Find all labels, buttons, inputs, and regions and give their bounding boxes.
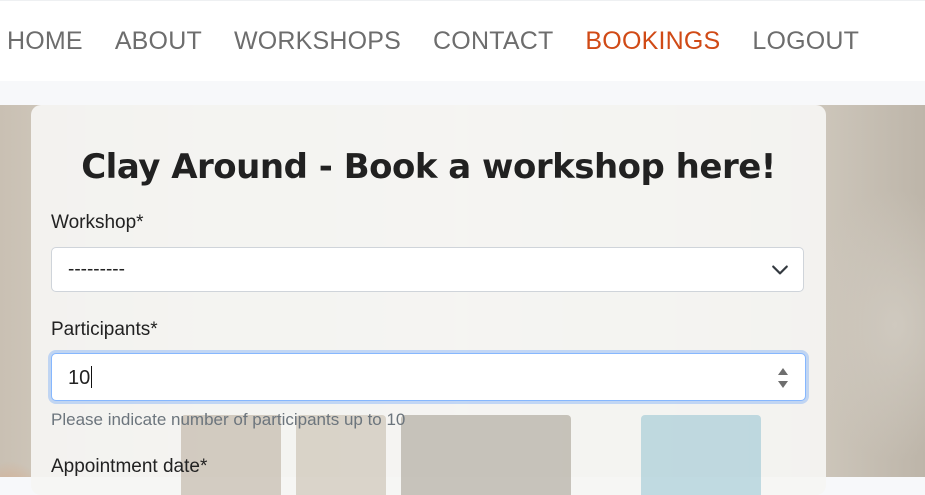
number-spinner[interactable] [777, 364, 789, 392]
nav-bookings-link[interactable]: BOOKINGS [585, 27, 720, 56]
spin-up-icon [778, 368, 788, 375]
nav-home-link[interactable]: HOME [7, 27, 83, 56]
appointment-date-label: Appointment date* [51, 456, 208, 477]
pottery-decoration [641, 415, 761, 495]
participants-label: Participants* [51, 319, 158, 340]
workshop-select[interactable]: --------- [51, 247, 804, 292]
participants-value: 10 [68, 367, 91, 389]
spin-down-icon [778, 381, 788, 388]
participants-input[interactable]: 10 [51, 353, 806, 401]
nav-about-link[interactable]: ABOUT [115, 27, 202, 56]
chevron-down-icon [772, 265, 788, 275]
booking-form-card: Clay Around - Book a workshop here! Work… [31, 105, 826, 495]
participants-help-text: Please indicate number of participants u… [51, 410, 406, 429]
pottery-decoration [401, 415, 571, 495]
text-caret [91, 366, 93, 388]
nav-contact-link[interactable]: CONTACT [433, 27, 553, 56]
main-navbar: HOME ABOUT WORKSHOPS CONTACT BOOKINGS LO… [0, 0, 925, 81]
workshop-select-value: --------- [68, 259, 125, 280]
page-title: Clay Around - Book a workshop here! [81, 147, 776, 187]
nav-logout-link[interactable]: LOGOUT [752, 27, 859, 56]
nav-workshops-link[interactable]: WORKSHOPS [234, 27, 401, 56]
workshop-label: Workshop* [51, 212, 144, 233]
